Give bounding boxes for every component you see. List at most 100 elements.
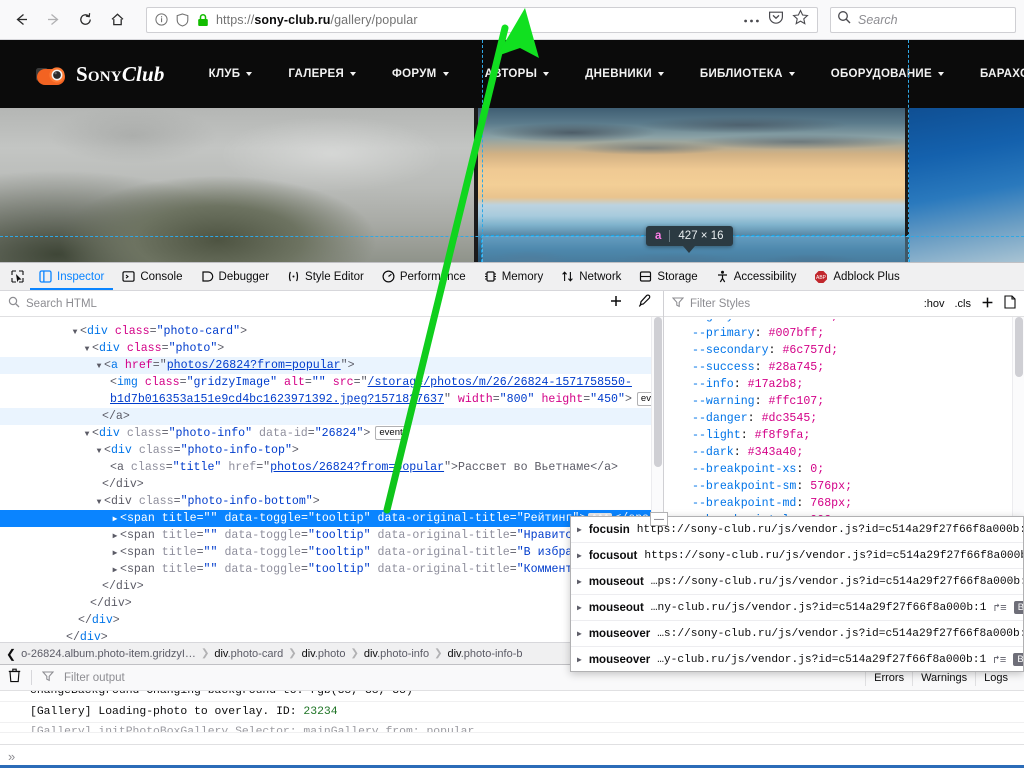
event-source[interactable]: …s://sony-club.ru/js/vendor.js?id=c514a2…: [657, 628, 1023, 640]
tab-performance[interactable]: Performance: [373, 263, 475, 290]
home-button[interactable]: [102, 5, 132, 35]
css-value[interactable]: #6c757d: [782, 344, 831, 357]
html-tree[interactable]: <div ▼<div class="photo-card"> ▼<div cla…: [0, 317, 663, 642]
twisty-closed-icon[interactable]: ▶: [110, 528, 120, 545]
search-input-placeholder[interactable]: Search: [858, 13, 898, 27]
menu-item-galereya[interactable]: ГАЛЕРЕЯ: [270, 60, 374, 88]
tree-row-span[interactable]: ▶ <span title="" data-toggle="tooltip" da…: [0, 561, 663, 578]
reload-button[interactable]: [70, 5, 100, 35]
event-listeners-popup[interactable]: ▶ focusin https://sony-club.ru/js/vendor…: [570, 516, 1024, 672]
css-declaration[interactable]: --warning: #ffc107;: [664, 393, 1024, 410]
pseudo-class-button[interactable]: :hov: [924, 298, 945, 310]
css-declaration[interactable]: --breakpoint-md: 768px;: [664, 495, 1024, 512]
css-declaration[interactable]: --danger: #dc3545;: [664, 410, 1024, 427]
css-declaration[interactable]: --breakpoint-sm: 576px;: [664, 478, 1024, 495]
tab-console[interactable]: Console: [113, 263, 191, 290]
tree-scrollbar-thumb[interactable]: [654, 317, 662, 467]
css-declaration[interactable]: --secondary: #6c757d;: [664, 342, 1024, 359]
lock-icon[interactable]: [195, 12, 211, 28]
event-listener-row[interactable]: ▶ focusin https://sony-club.ru/js/vendor…: [571, 517, 1023, 543]
event-source[interactable]: …ps://sony-club.ru/js/vendor.js?id=c514a…: [651, 576, 1023, 588]
twisty-closed-icon[interactable]: ▶: [577, 551, 582, 561]
breadcrumb-scroll-left-icon[interactable]: ❮: [6, 647, 16, 661]
photo-card[interactable]: [0, 108, 475, 262]
trash-icon[interactable]: [8, 668, 21, 688]
twisty-closed-icon[interactable]: ▶: [110, 545, 120, 562]
menu-item-baraholka[interactable]: БАРАХОЛКА: [962, 60, 1024, 88]
menu-item-dnevniki[interactable]: ДНЕВНИКИ: [567, 60, 682, 88]
breadcrumb-item-4[interactable]: div.photo-info-b: [447, 648, 522, 660]
twisty-open-icon[interactable]: ▼: [70, 324, 80, 341]
site-logo[interactable]: SonyClub: [36, 61, 165, 87]
tree-link-href[interactable]: photos/26824?from=popular: [167, 359, 341, 372]
filter-styles-placeholder[interactable]: Filter Styles: [690, 298, 750, 310]
event-listener-row[interactable]: ▶ mouseover …s://sony-club.ru/js/vendor.…: [571, 621, 1023, 647]
console-message[interactable]: [Gallery] Loading-photo to overlay. ID: …: [0, 702, 1024, 723]
breadcrumb-item-3[interactable]: div.photo-info: [364, 648, 429, 660]
tree-row-close-div[interactable]: </div>: [0, 612, 663, 629]
event-listener-row[interactable]: ▶ mouseout …ps://sony-club.ru/js/vendor.…: [571, 569, 1023, 595]
tab-debugger[interactable]: Debugger: [192, 263, 279, 290]
rules-scrollbar-thumb[interactable]: [1015, 317, 1023, 377]
css-value[interactable]: #f8f9fa: [755, 429, 804, 442]
photo-card[interactable]: [908, 108, 1024, 262]
tree-row-span[interactable]: ▶ <span title="" data-toggle="tooltip" da…: [0, 527, 663, 544]
twisty-closed-icon[interactable]: ▶: [577, 629, 582, 639]
event-source[interactable]: …y-club.ru/js/vendor.js?id=c514a29f27f66…: [657, 654, 986, 666]
menu-item-oborudovanie[interactable]: ОБОРУДОВАНИЕ: [813, 60, 962, 88]
tree-row-photo-info[interactable]: ▼ <div class="photo-info" data-id="26824"…: [0, 425, 663, 442]
browser-search-bar[interactable]: Search: [830, 6, 1016, 33]
tree-row-selected-span[interactable]: ▶ <span title="" data-toggle="tooltip" da…: [0, 510, 663, 527]
event-popup-close-box[interactable]: —: [650, 512, 668, 526]
event-badge[interactable]: event: [375, 425, 407, 440]
open-in-debugger-icon[interactable]: ↱≡: [993, 601, 1006, 615]
tree-row-close-div[interactable]: </div>: [0, 476, 663, 493]
tab-network[interactable]: Network: [552, 263, 630, 290]
console-message[interactable]: changeBackground Changing background to:…: [0, 691, 1024, 702]
create-new-node-icon[interactable]: [609, 294, 623, 313]
tree-row[interactable]: ▼ <div class="photo-card">: [0, 323, 663, 340]
css-value[interactable]: #ffc107: [769, 395, 818, 408]
twisty-closed-icon[interactable]: ▶: [110, 562, 120, 579]
address-bar[interactable]: https://sony-club.ru/gallery/popular: [146, 6, 818, 33]
breadcrumb-item-0[interactable]: o-26824.album.photo-item.gridzyI…: [21, 648, 196, 660]
tree-title-href[interactable]: photos/26824?from=popular: [270, 461, 444, 474]
tree-row-title-anchor[interactable]: <a class="title" href="photos/26824?from…: [0, 459, 663, 476]
css-declaration[interactable]: --dark: #343a40;: [664, 444, 1024, 461]
css-declaration[interactable]: --info: #17a2b8;: [664, 376, 1024, 393]
css-declaration[interactable]: --light: #f8f9fa;: [664, 427, 1024, 444]
tree-row-img-cont[interactable]: b1d7b016353a151e9cd4bc1623971392.jpeg?15…: [0, 391, 663, 408]
tree-row-photo-info-top[interactable]: ▼ <div class="photo-info-top">: [0, 442, 663, 459]
event-source[interactable]: https://sony-club.ru/js/vendor.js?id=c51…: [637, 524, 1023, 536]
twisty-open-icon[interactable]: ▼: [94, 494, 104, 511]
css-value[interactable]: #28a745: [769, 361, 818, 374]
html-search-bar[interactable]: Search HTML: [0, 291, 663, 317]
tab-memory[interactable]: Memory: [475, 263, 553, 290]
css-value[interactable]: #dc3545: [762, 412, 811, 425]
css-value[interactable]: #17a2b8: [748, 378, 797, 391]
breadcrumb-item-1[interactable]: div.photo-card: [214, 648, 283, 660]
page-actions-icon[interactable]: [743, 11, 760, 29]
open-in-debugger-icon[interactable]: ↱≡: [993, 653, 1006, 667]
css-declaration[interactable]: --success: #28a745;: [664, 359, 1024, 376]
tab-style-editor[interactable]: Style Editor: [278, 263, 373, 290]
css-declaration[interactable]: --primary: #007bff;: [664, 325, 1024, 342]
event-source[interactable]: …ny-club.ru/js/vendor.js?id=c514a29f27f6…: [651, 602, 987, 614]
menu-item-biblioteka[interactable]: БИБЛИОТЕКА: [682, 60, 813, 88]
bookmark-star-icon[interactable]: [792, 8, 809, 31]
css-value[interactable]: #007bff: [769, 327, 818, 340]
add-new-rule-icon[interactable]: [981, 296, 994, 312]
tree-row-span[interactable]: ▶ <span title="" data-toggle="tooltip" da…: [0, 544, 663, 561]
twisty-closed-icon[interactable]: ▶: [577, 525, 582, 535]
back-button[interactable]: [6, 5, 36, 35]
tab-inspector[interactable]: Inspector: [30, 263, 113, 290]
filter-output-placeholder[interactable]: Filter output: [64, 672, 125, 684]
tree-row-anchor[interactable]: ▼ <a href="photos/26824?from=popular">: [0, 357, 663, 374]
twisty-closed-icon[interactable]: ▶: [110, 511, 120, 528]
tree-row-img[interactable]: <img class="gridzyImage" alt="" src="/st…: [0, 374, 663, 391]
search-html-placeholder[interactable]: Search HTML: [26, 298, 97, 310]
tree-row-photo-info-bottom[interactable]: ▼ <div class="photo-info-bottom">: [0, 493, 663, 510]
tree-img-src-part2[interactable]: b1d7b016353a151e9cd4bc1623971392.jpeg?15…: [110, 393, 444, 406]
tree-row[interactable]: ▼ <div class="photo">: [0, 340, 663, 357]
twisty-closed-icon[interactable]: ▶: [577, 577, 582, 587]
